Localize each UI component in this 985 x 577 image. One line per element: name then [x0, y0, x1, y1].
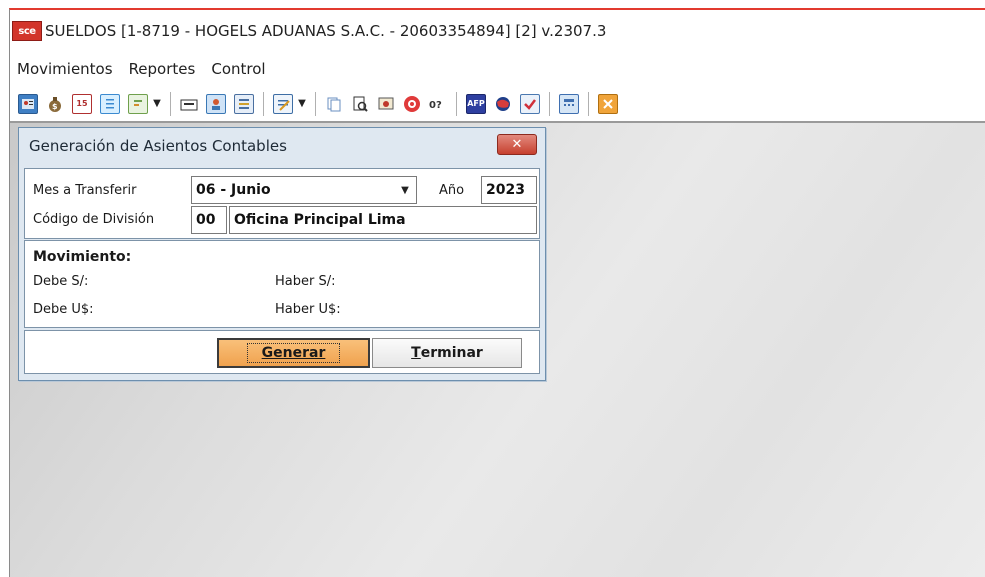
anio-value: 2023 — [486, 182, 525, 198]
print-preview-icon[interactable] — [351, 95, 369, 113]
division-code-field[interactable]: 00 — [191, 206, 227, 234]
copy-icon[interactable] — [325, 95, 343, 113]
toolbar-separator — [263, 91, 264, 116]
certificate-icon[interactable] — [377, 95, 395, 113]
toolbar-separator — [588, 91, 589, 116]
toolbar-separator — [315, 91, 316, 116]
afp-icon[interactable]: AFP — [466, 93, 486, 114]
menu-control[interactable]: Control — [204, 60, 274, 78]
anio-field[interactable]: 2023 — [481, 176, 537, 204]
generar-button[interactable]: Generar — [217, 338, 370, 368]
close-button[interactable]: ✕ — [497, 134, 537, 155]
application-window: sce SUELDOS [1-8719 - HOGELS ADUANAS S.A… — [9, 8, 985, 577]
svg-text:0?: 0? — [429, 100, 442, 111]
calendar-icon[interactable]: 15 — [72, 93, 92, 114]
contact-card-icon[interactable] — [18, 93, 38, 114]
stop-icon[interactable] — [403, 95, 421, 113]
actions-panel: Generar Terminar — [24, 330, 540, 374]
chevron-down-icon[interactable]: ▼ — [395, 178, 415, 202]
asientos-contables-dialog: Generación de Asientos Contables ✕ Mes a… — [18, 127, 546, 381]
terminar-label: erminar — [420, 345, 483, 361]
menu-bar: Movimientos Reportes Control — [10, 52, 985, 86]
debe-dolares-label: Debe U$: — [33, 302, 94, 317]
app-logo: sce — [12, 21, 42, 41]
menu-reportes[interactable]: Reportes — [122, 60, 205, 78]
terminar-button[interactable]: Terminar — [372, 338, 522, 368]
dialog-title-bar: Generación de Asientos Contables ✕ — [19, 128, 545, 164]
svg-text:$: $ — [52, 102, 58, 111]
exit-icon[interactable] — [598, 93, 618, 114]
close-icon: ✕ — [511, 137, 523, 152]
generar-label: Generar — [246, 343, 341, 363]
movimiento-title: Movimiento: — [33, 249, 132, 265]
toolbar-separator — [456, 91, 457, 116]
document-list-icon[interactable] — [100, 93, 120, 114]
menu-movimientos[interactable]: Movimientos — [10, 60, 122, 78]
chevron-down-icon[interactable]: ▼ — [297, 95, 307, 113]
edit-form-icon[interactable] — [273, 93, 293, 114]
title-bar: sce SUELDOS [1-8719 - HOGELS ADUANAS S.A… — [10, 10, 985, 52]
movimiento-panel: Movimiento: Debe S/: Haber S/: Debe U$: … — [24, 240, 540, 328]
haber-dolares-label: Haber U$: — [275, 302, 341, 317]
division-label: Código de División — [33, 212, 155, 227]
toolbar-separator — [549, 91, 550, 116]
help-text-icon[interactable]: 0? — [429, 95, 447, 113]
division-name-field: Oficina Principal Lima — [229, 206, 537, 234]
division-code-value: 00 — [196, 212, 216, 228]
division-name-value: Oficina Principal Lima — [234, 212, 406, 228]
folder-icon[interactable] — [180, 95, 198, 113]
anio-label: Año — [439, 183, 465, 198]
afp-label: AFP — [467, 99, 485, 108]
person-card-icon[interactable] — [206, 93, 226, 114]
parameters-panel: Mes a Transferir 06 - Junio ▼ Año 2023 C… — [24, 168, 540, 239]
window-title: SUELDOS [1-8719 - HOGELS ADUANAS S.A.C. … — [45, 22, 607, 40]
mes-transferir-label: Mes a Transferir — [33, 183, 137, 198]
form-icon[interactable] — [128, 93, 148, 114]
columns-icon[interactable] — [234, 93, 254, 114]
toolbar: $ 15 ▼ ▼ 0? AFP — [10, 86, 985, 123]
toolbar-separator — [170, 91, 171, 116]
money-bag-icon[interactable]: $ — [46, 95, 64, 113]
debe-soles-label: Debe S/: — [33, 274, 89, 289]
globe-icon[interactable] — [494, 95, 512, 113]
calendar-label: 15 — [76, 99, 88, 108]
check-icon[interactable] — [520, 93, 540, 114]
mes-transferir-value: 06 - Junio — [196, 182, 271, 198]
haber-soles-label: Haber S/: — [275, 274, 336, 289]
mes-transferir-select[interactable]: 06 - Junio ▼ — [191, 176, 417, 204]
chevron-down-icon[interactable]: ▼ — [152, 95, 162, 113]
terminar-mnemonic: T — [411, 345, 421, 361]
calculator-icon[interactable] — [559, 93, 579, 114]
dialog-title: Generación de Asientos Contables — [29, 137, 287, 155]
